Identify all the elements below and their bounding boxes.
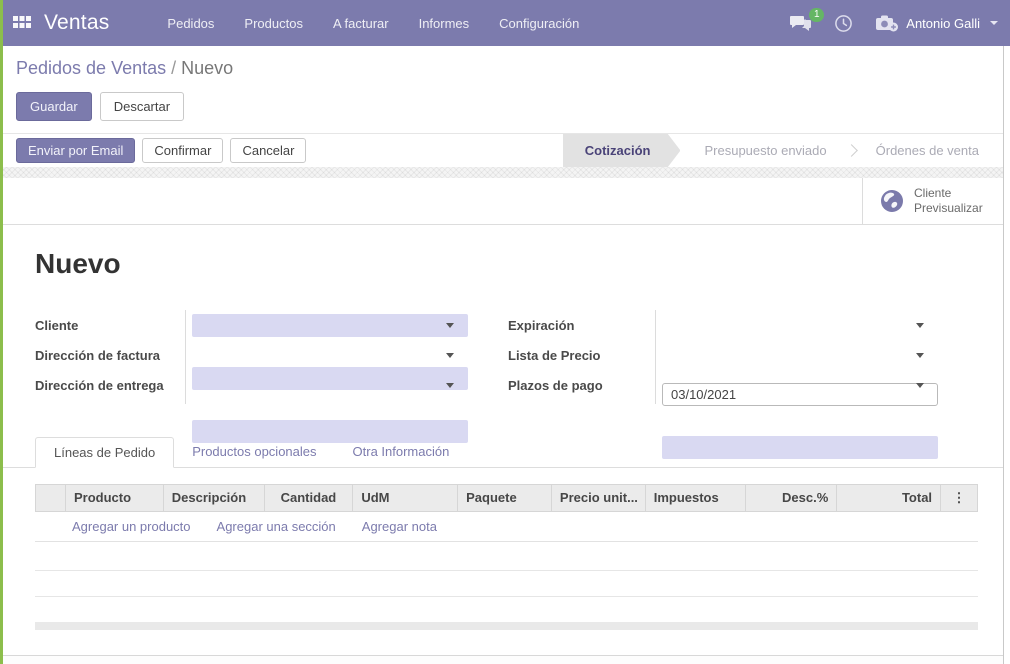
column-options-toggle-icon[interactable]: ⋮ — [941, 485, 977, 511]
breadcrumb-separator: / — [166, 58, 181, 78]
app-title[interactable]: Ventas — [44, 11, 109, 35]
customer-preview-label: Cliente Previsualizar — [914, 186, 983, 216]
direccion-factura-label: Dirección de factura — [35, 348, 160, 363]
discard-button[interactable]: Descartar — [100, 92, 184, 121]
menu-productos[interactable]: Productos — [244, 16, 303, 31]
cliente-caret-down-icon — [446, 323, 454, 328]
globe-icon — [879, 188, 905, 214]
cancel-button[interactable]: Cancelar — [230, 138, 306, 163]
step-presupuesto-enviado[interactable]: Presupuesto enviado — [680, 134, 850, 168]
column-descripcion[interactable]: Descripción — [164, 485, 265, 511]
column-producto[interactable]: Producto — [66, 485, 164, 511]
column-udm[interactable]: UdM — [353, 485, 458, 511]
clock-icon — [834, 14, 853, 33]
menu-pedidos[interactable]: Pedidos — [167, 16, 214, 31]
lista-precio-field[interactable] — [662, 436, 938, 459]
cliente-label: Cliente — [35, 318, 78, 333]
expiracion-field[interactable]: 03/10/2021 — [662, 383, 938, 406]
statusbar-buttons: Enviar por Email Confirmar Cancelar — [0, 138, 306, 163]
column-cantidad[interactable]: Cantidad — [265, 485, 354, 511]
user-name: Antonio Galli — [906, 16, 980, 31]
expiracion-label: Expiración — [508, 318, 574, 333]
left-group-separator — [185, 310, 186, 404]
list-footer-bar — [35, 622, 978, 630]
messages-count-badge: 1 — [809, 8, 824, 22]
plazos-pago-caret-down-icon — [916, 383, 924, 388]
notebook-tabs: Líneas de Pedido Productos opcionales Ot… — [35, 437, 467, 468]
tab-otra-informacion[interactable]: Otra Información — [335, 437, 468, 468]
plazos-pago-label: Plazos de pago — [508, 378, 603, 393]
step-cotizacion[interactable]: Cotización — [563, 134, 681, 168]
page-background-strip — [0, 167, 1003, 178]
messages-button[interactable]: 1 — [790, 15, 812, 32]
form-sheet — [0, 178, 1003, 655]
column-impuestos[interactable]: Impuestos — [646, 485, 747, 511]
control-panel-buttons: Guardar Descartar — [16, 92, 184, 121]
direccion-factura-field[interactable] — [192, 367, 468, 390]
user-caret-down-icon — [990, 21, 998, 25]
tab-lineas-de-pedido[interactable]: Líneas de Pedido — [35, 437, 174, 468]
breadcrumb-parent-link[interactable]: Pedidos de Ventas — [16, 58, 166, 78]
customer-preview-button[interactable]: Cliente Previsualizar — [862, 178, 1003, 224]
sheet-header-divider — [0, 224, 1003, 225]
cliente-field[interactable] — [192, 314, 468, 337]
direccion-entrega-label: Dirección de entrega — [35, 378, 164, 393]
apps-grid-icon — [13, 16, 31, 30]
column-total[interactable]: Total — [837, 485, 941, 511]
empty-row-divider — [35, 570, 978, 571]
record-title: Nuevo — [35, 248, 121, 280]
save-button[interactable]: Guardar — [16, 92, 92, 121]
menu-configuracion[interactable]: Configuración — [499, 16, 579, 31]
statusbar: Enviar por Email Confirmar Cancelar Coti… — [0, 133, 1003, 167]
direccion-factura-caret-down-icon — [446, 353, 454, 358]
breadcrumb-current: Nuevo — [181, 58, 233, 78]
order-lines-header: Producto Descripción Cantidad UdM Paquet… — [35, 484, 978, 512]
avatar-placeholder-icon — [875, 14, 899, 33]
column-precio-unitario[interactable]: Precio unit... — [552, 485, 646, 511]
user-menu[interactable]: Antonio Galli — [875, 14, 998, 33]
add-product-link[interactable]: Agregar un producto — [72, 519, 191, 534]
right-group-separator — [655, 310, 656, 404]
column-descuento[interactable]: Desc.% — [746, 485, 837, 511]
direccion-entrega-caret-down-icon — [446, 383, 454, 388]
tab-productos-opcionales[interactable]: Productos opcionales — [174, 437, 334, 468]
status-pipeline: Cotización Presupuesto enviado Órdenes d… — [563, 134, 1003, 168]
right-gutter — [1003, 46, 1010, 664]
navbar-right: 1 Antonio Galli — [790, 14, 1010, 33]
menu-a-facturar[interactable]: A facturar — [333, 16, 389, 31]
add-line-row: Agregar un producto Agregar una sección … — [35, 512, 978, 542]
window-edge — [0, 0, 3, 664]
menu-informes[interactable]: Informes — [419, 16, 470, 31]
apps-menu-button[interactable] — [0, 0, 44, 46]
add-note-link[interactable]: Agregar nota — [362, 519, 437, 534]
empty-row-divider — [35, 596, 978, 597]
step-ordenes-de-venta[interactable]: Órdenes de venta — [852, 134, 1003, 168]
lista-precio-label: Lista de Precio — [508, 348, 600, 363]
column-handle — [36, 485, 66, 511]
lista-precio-caret-down-icon — [916, 353, 924, 358]
top-navbar: Ventas Pedidos Productos A facturar Info… — [0, 0, 1010, 46]
sheet-bottom-divider — [3, 655, 1003, 664]
breadcrumb: Pedidos de Ventas / Nuevo — [16, 58, 233, 79]
main-menu: Pedidos Productos A facturar Informes Co… — [167, 16, 579, 31]
column-paquete[interactable]: Paquete — [458, 485, 552, 511]
confirm-button[interactable]: Confirmar — [142, 138, 223, 163]
activities-button[interactable] — [834, 14, 853, 33]
expiracion-caret-down-icon — [916, 323, 924, 328]
add-section-link[interactable]: Agregar una sección — [217, 519, 336, 534]
send-email-button[interactable]: Enviar por Email — [16, 138, 135, 163]
